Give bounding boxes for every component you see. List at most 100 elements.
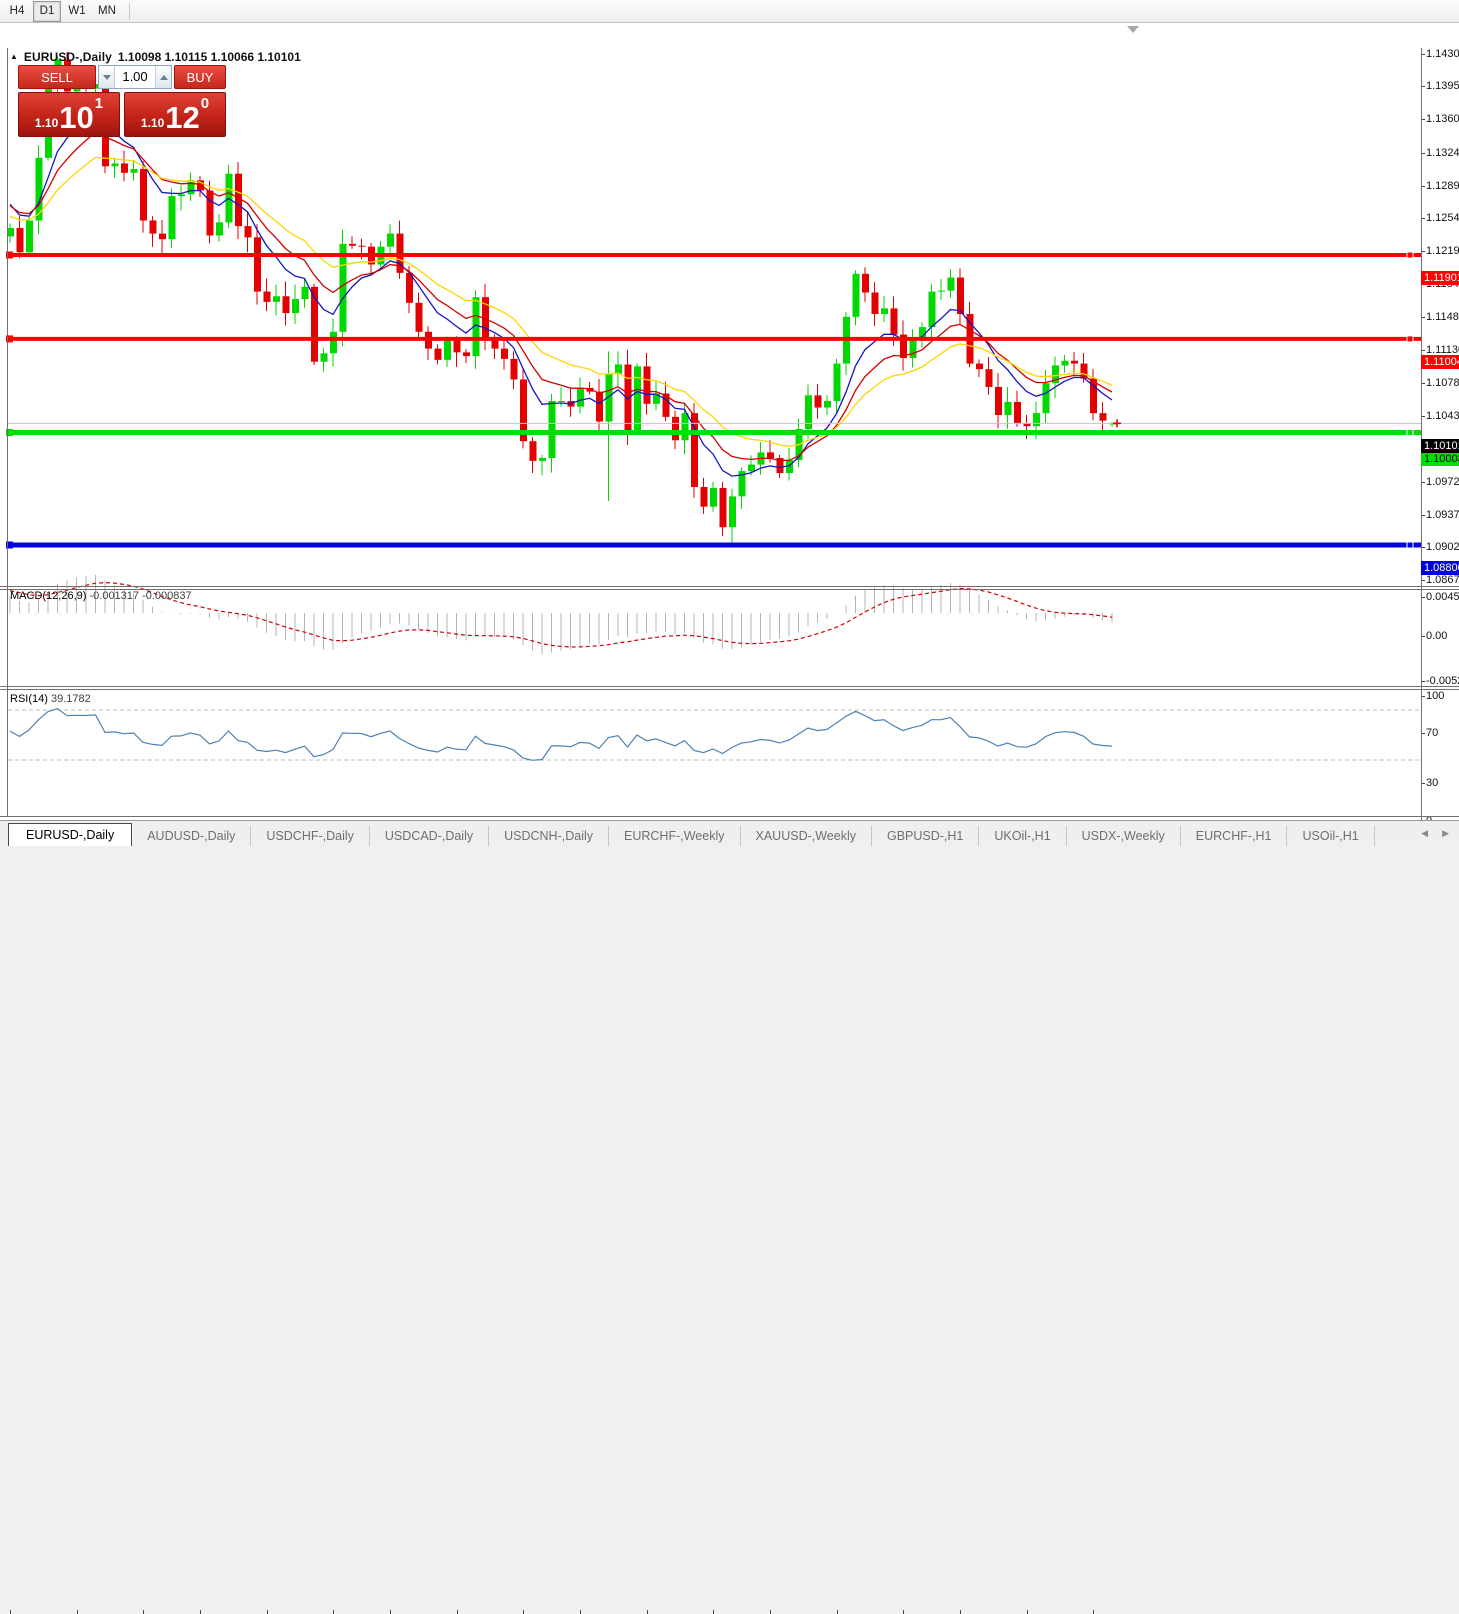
time-tick-mark xyxy=(333,1610,334,1614)
time-tick-mark xyxy=(713,1610,714,1614)
price-tick-label: 1.09020 xyxy=(1426,541,1459,554)
tab-scroll-arrows: ◀ ▶ xyxy=(1421,828,1449,839)
buy-price-button[interactable]: 1.10 12 0 xyxy=(124,92,226,137)
price-tick-label: 1.09370 xyxy=(1426,508,1459,521)
time-tick-mark xyxy=(456,1610,458,1614)
macd-pane-top-border xyxy=(0,589,1459,590)
time-tick-mark xyxy=(960,1610,961,1614)
chart-symbol-label: EURUSD-,Daily xyxy=(23,50,112,64)
period-button-mn[interactable]: MN xyxy=(93,1,121,22)
price-tick-label: 1.10430 xyxy=(1426,409,1459,422)
rsi-label: RSI(14) 39.1782 xyxy=(10,693,91,705)
sell-price-button[interactable]: 1.10 10 1 xyxy=(18,92,120,137)
sell-price-prefix: 1.10 xyxy=(34,116,59,130)
price-level-badge: 1.08800 xyxy=(1421,561,1459,575)
tab-scroll-right-icon[interactable]: ▶ xyxy=(1442,828,1449,839)
buy-price-prefix: 1.10 xyxy=(140,116,165,130)
symbol-tab-usoil-h1[interactable]: USOil-,H1 xyxy=(1287,826,1375,846)
price-tick-label: 1.13950 xyxy=(1426,80,1459,93)
symbol-tab-audusd-daily[interactable]: AUDUSD-,Daily xyxy=(132,826,252,846)
time-tick-mark xyxy=(1026,1610,1028,1614)
volume-spinner: 1.00 xyxy=(98,65,172,89)
macd-tick-label: 0.00 xyxy=(1426,630,1448,642)
period-toolbar: H4 D1 W1 MN xyxy=(0,0,1459,23)
symbol-tab-gbpusd-h1[interactable]: GBPUSD-,H1 xyxy=(872,826,980,846)
time-tick-mark xyxy=(76,1610,78,1614)
price-tick-label: 1.12890 xyxy=(1426,179,1459,192)
price-level-badge: 1.11901 xyxy=(1421,271,1459,285)
macd-main-value: -0.001317 xyxy=(89,590,140,602)
period-button-d1[interactable]: D1 xyxy=(33,0,61,22)
price-tick-label: 1.12540 xyxy=(1426,212,1459,225)
symbol-tab-eurusd-daily[interactable]: EURUSD-,Daily xyxy=(8,823,133,846)
macd-tick-label: 0.004536 xyxy=(1426,590,1459,603)
time-tick-mark xyxy=(200,1610,201,1614)
current-price-badge: 1.10101 xyxy=(1421,438,1459,453)
rsi-tick-label: 30 xyxy=(1426,777,1439,789)
time-tick-mark xyxy=(10,1610,11,1614)
sell-price-pip: 1 xyxy=(94,95,104,112)
arrow-down-icon xyxy=(102,74,111,80)
rsi-tick-label: 70 xyxy=(1426,727,1439,739)
rsi-pane-bottom-border xyxy=(0,816,1459,817)
symbol-tab-usdx-weekly[interactable]: USDX-,Weekly xyxy=(1067,826,1181,846)
price-tick-label: 1.14300 xyxy=(1426,47,1459,60)
price-tick-label: 1.10780 xyxy=(1426,376,1459,389)
arrow-up-icon xyxy=(159,74,168,80)
price-tick-label: 1.09720 xyxy=(1426,475,1459,488)
time-tick-mark xyxy=(523,1610,524,1614)
chart-title: ▲ EURUSD-,Daily 1.10098 1.10115 1.10066 … xyxy=(10,49,301,65)
buy-price-big: 12 xyxy=(165,100,200,135)
time-tick-mark xyxy=(390,1610,391,1614)
volume-increase-button[interactable] xyxy=(155,66,171,88)
sell-price-big: 10 xyxy=(59,100,94,135)
symbol-tab-usdchf-daily[interactable]: USDCHF-,Daily xyxy=(251,826,370,846)
sell-button[interactable]: SELL xyxy=(18,65,96,89)
symbol-tab-usdcad-daily[interactable]: USDCAD-,Daily xyxy=(370,826,490,846)
tab-scroll-left-icon[interactable]: ◀ xyxy=(1421,828,1428,839)
time-tick-mark xyxy=(903,1610,904,1614)
symbol-tab-eurchf-h1[interactable]: EURCHF-,H1 xyxy=(1181,826,1288,846)
price-tick-label: 1.13600 xyxy=(1426,113,1459,126)
price-level-badge: 1.11004 xyxy=(1421,354,1459,369)
symbol-tab-eurchf-weekly[interactable]: EURCHF-,Weekly xyxy=(609,826,741,846)
buy-price-pip: 0 xyxy=(200,95,210,112)
period-button-w1[interactable]: W1 xyxy=(63,1,91,22)
price-level-badge: 1.10003 xyxy=(1421,452,1459,466)
plot-left-border xyxy=(7,48,8,816)
price-tick-label: 1.11480 xyxy=(1426,311,1459,324)
volume-decrease-button[interactable] xyxy=(99,66,115,88)
macd-rsi-splitter[interactable] xyxy=(0,686,1459,687)
period-button-h4[interactable]: H4 xyxy=(3,1,31,22)
time-tick-mark xyxy=(836,1610,838,1614)
macd-label: MACD(12,26,9) -0.001317 -0.000837 xyxy=(10,590,192,602)
time-tick-mark xyxy=(143,1610,144,1614)
time-tick-mark xyxy=(1093,1610,1094,1614)
rsi-title: RSI(14) xyxy=(10,693,48,705)
toolbar-separator xyxy=(129,2,130,20)
symbol-tab-bar: EURUSD-,Daily AUDUSD-,Daily USDCHF-,Daily U… xyxy=(0,820,1459,846)
price-tick-label: 1.13240 xyxy=(1426,146,1459,159)
price-macd-splitter[interactable] xyxy=(0,586,1459,587)
price-axis[interactable]: 1.14300 1.13950 1.13600 1.13240 1.12890 1.125… xyxy=(0,23,1459,827)
symbol-tab-usdcnh-daily[interactable]: USDCNH-,Daily xyxy=(489,826,610,846)
buy-button[interactable]: BUY xyxy=(174,65,226,89)
macd-title: MACD(12,26,9) xyxy=(10,590,87,602)
time-tick-mark xyxy=(580,1610,581,1614)
collapse-arrow-icon[interactable]: ▲ xyxy=(10,52,18,62)
rsi-pane-top-border xyxy=(0,689,1459,690)
price-tick-label: 1.12190 xyxy=(1426,244,1459,257)
symbol-tab-ukoil-h1[interactable]: UKOil-,H1 xyxy=(979,826,1067,846)
rsi-value: 39.1782 xyxy=(50,693,91,705)
symbol-tab-xauusd-weekly[interactable]: XAUUSD-,Weekly xyxy=(741,826,872,846)
volume-input[interactable]: 1.00 xyxy=(115,66,155,88)
time-tick-mark xyxy=(266,1610,268,1614)
rsi-tick-label: 100 xyxy=(1426,689,1445,702)
time-tick-mark xyxy=(770,1610,771,1614)
time-tick-mark xyxy=(646,1610,648,1614)
chart-window: ▲ EURUSD-,Daily 1.10098 1.10115 1.10066 … xyxy=(0,23,1459,1614)
price-tick-label: 1.08670 xyxy=(1426,574,1459,587)
macd-signal-value: -0.000837 xyxy=(142,590,192,602)
chart-ohlc-values: 1.10098 1.10115 1.10066 1.10101 xyxy=(117,50,301,64)
one-click-trade-panel: SELL 1.00 BUY 1.10 10 1 1.10 12 0 xyxy=(18,65,226,137)
